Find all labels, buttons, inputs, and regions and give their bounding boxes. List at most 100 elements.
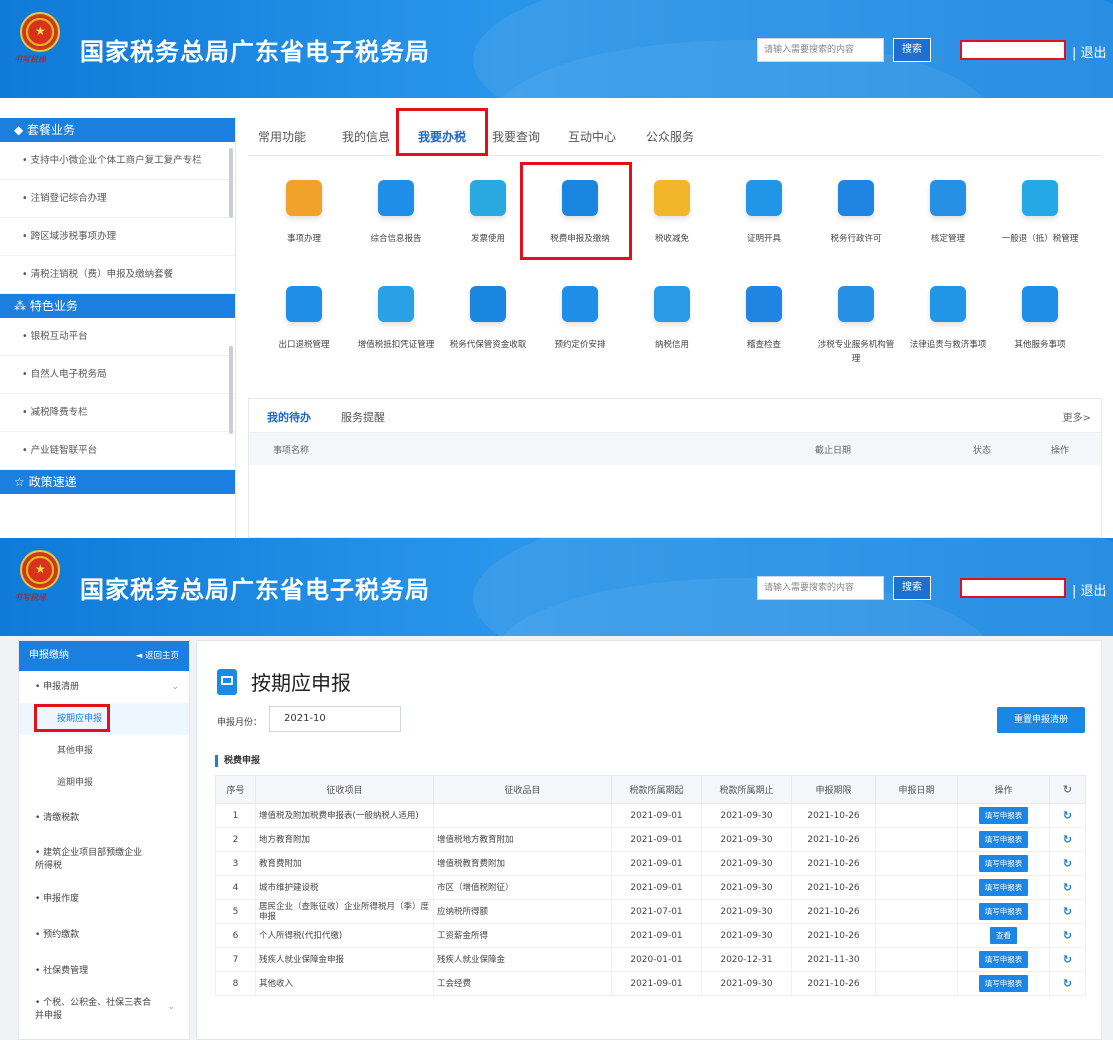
service-tile[interactable]: 出口退税管理 <box>262 270 346 366</box>
service-tile-label: 事项办理 <box>286 234 321 244</box>
column-header: 序号 <box>215 775 256 804</box>
sidebar-item[interactable]: • 清缴税款 <box>19 799 189 837</box>
highlight-box <box>396 108 488 156</box>
table-cell: 工会经费 <box>433 971 612 996</box>
sidebar-sub-other[interactable]: 其他申报 <box>19 735 189 767</box>
service-tile[interactable]: 税务行政许可 <box>814 164 898 260</box>
tab-query[interactable]: 我要查询 <box>492 128 540 145</box>
search-button[interactable]: 搜索 <box>893 576 931 600</box>
reset-list-button[interactable]: 重置申报清册 <box>997 707 1085 733</box>
tax-emblem-icon: ★ 书写税缘 <box>14 12 66 66</box>
fill-form-button[interactable]: 填写申报表 <box>978 807 1029 824</box>
table-cell: 2 <box>215 827 256 852</box>
site-title: 国家税务总局广东省电子税务局 <box>80 38 430 66</box>
service-tile[interactable]: 法律追责与救济事项 <box>906 270 990 366</box>
refresh-icon[interactable]: ↻ <box>1049 899 1086 924</box>
sidebar-item[interactable]: • 清税注销税（费）申报及缴纳套餐 <box>0 256 235 294</box>
column-header: 征收品目 <box>433 775 612 804</box>
logout-link[interactable]: | 退出 <box>1072 42 1107 61</box>
declaration-table: 序号 征收项目 征收品目 税款所属期起 税款所属期止 申报期限 申报日期 操作 ↻ 1 增值税及附… <box>215 775 1086 996</box>
coin-icon <box>654 180 690 216</box>
fill-form-button[interactable]: 填写申报表 <box>978 975 1029 992</box>
more-link[interactable]: 更多> <box>1063 409 1091 424</box>
service-tile[interactable]: 综合信息报告 <box>354 164 438 260</box>
search-button[interactable]: 搜索 <box>893 38 931 62</box>
sidebar-item[interactable]: • 跨区域涉税事项办理 <box>0 218 235 256</box>
tab-service-reminder[interactable]: 服务提醒 <box>341 409 385 425</box>
tab-interaction[interactable]: 互动中心 <box>568 128 616 145</box>
service-tile[interactable]: 证明开具 <box>722 164 806 260</box>
table-row: 3 教育费附加 增值税教育费附加 2021-09-01 2021-09-30 2021-1… <box>215 851 1086 876</box>
service-tile[interactable]: 预约定价安排 <box>538 270 622 366</box>
table-row: 6 个人所得税(代扣代缴) 工资薪金所得 2021-09-01 2021-09-30 20… <box>215 923 1086 948</box>
fill-form-button[interactable]: 填写申报表 <box>978 879 1029 896</box>
logout-link[interactable]: | 退出 <box>1072 580 1107 599</box>
sidebar-group-declaration-list[interactable]: • 申报清册 ⌄ <box>19 671 189 703</box>
scrollbar[interactable] <box>229 148 233 218</box>
back-home-link[interactable]: ◄ 返回主页 <box>136 641 179 671</box>
search-input[interactable]: 请输入需要搜索的内容 <box>757 576 884 600</box>
tab-my-info[interactable]: 我的信息 <box>342 128 390 145</box>
sidebar-item[interactable]: • 产业链智联平台 <box>0 432 235 470</box>
refresh-icon[interactable]: ↻ <box>1049 803 1086 828</box>
period-input[interactable]: 2021-10 <box>269 706 401 732</box>
fill-form-button[interactable]: 填写申报表 <box>978 855 1029 872</box>
fill-form-button[interactable]: 填写申报表 <box>978 903 1029 920</box>
table-cell: 居民企业（查账征收）企业所得税月（季）度申报 <box>255 899 434 924</box>
sidebar-sub-overdue[interactable]: 逾期申报 <box>19 767 189 799</box>
refresh-icon[interactable]: ↻ <box>1049 947 1086 972</box>
search-input[interactable]: 请输入需要搜索的内容 <box>757 38 884 62</box>
id-card-icon <box>838 180 874 216</box>
tab-public-service[interactable]: 公众服务 <box>646 128 694 145</box>
sidebar-item[interactable]: • 支持中小微企业个体工商户复工复产专栏 <box>0 142 235 180</box>
sidebar-item[interactable]: • 建筑企业项目部预缴企业所得税 <box>19 837 189 881</box>
service-tile-label: 综合信息报告 <box>370 234 422 244</box>
sidebar-section-featured[interactable]: ⁂ 特色业务 <box>0 294 235 318</box>
refresh-icon[interactable]: ↻ <box>1049 851 1086 876</box>
invoice-icon <box>470 180 506 216</box>
service-tile[interactable]: 税收减免 <box>630 164 714 260</box>
service-tile[interactable]: 事项办理 <box>262 164 346 260</box>
sidebar-item[interactable]: • 社保费管理 <box>19 953 189 989</box>
table-cell <box>875 947 958 972</box>
refresh-icon[interactable]: ↻ <box>1049 923 1086 948</box>
service-tile-label: 税务行政许可 <box>830 234 882 244</box>
service-tile[interactable]: 纳税信用 <box>630 270 714 366</box>
service-tile[interactable]: 增值税抵扣凭证管理 <box>354 270 438 366</box>
sidebar-section-policy[interactable]: ☆ 政策速递 <box>0 470 235 494</box>
service-tile[interactable]: 核定管理 <box>906 164 990 260</box>
service-tile[interactable]: 其他服务事项 <box>998 270 1082 366</box>
fill-form-button[interactable]: 填写申报表 <box>978 951 1029 968</box>
scrollbar[interactable] <box>229 346 233 434</box>
fill-form-button[interactable]: 填写申报表 <box>978 831 1029 848</box>
sidebar-section-package[interactable]: ◆ 套餐业务 <box>0 118 235 142</box>
refresh-icon[interactable]: ↻ <box>1049 827 1086 852</box>
service-tile[interactable]: 稽查检查 <box>722 270 806 366</box>
table-cell <box>875 971 958 996</box>
table-cell <box>875 899 958 924</box>
tab-common[interactable]: 常用功能 <box>258 128 306 145</box>
sidebar-item[interactable]: • 个税、公积金、社保三表合并申报 ⌄ <box>19 989 189 1033</box>
table-row: 4 城市维护建设税 市区（增值税附征） 2021-09-01 2021-09-30 202… <box>215 875 1086 900</box>
table-cell: 残疾人就业保障金申报 <box>255 947 434 972</box>
tab-my-todo[interactable]: 我的待办 <box>267 409 311 425</box>
gavel-icon <box>930 286 966 322</box>
sidebar-item[interactable]: • 注销登记综合办理 <box>0 180 235 218</box>
service-tile[interactable]: 发票使用 <box>446 164 530 260</box>
table-cell <box>875 875 958 900</box>
money-bag-icon <box>470 286 506 322</box>
refresh-icon[interactable]: ↻ <box>1049 875 1086 900</box>
todo-table-header: 事项名称 截止日期 状态 操作 <box>249 433 1101 465</box>
service-tile[interactable]: 税务代保管资金收取 <box>446 270 530 366</box>
sidebar-item[interactable]: • 减税降费专栏 <box>0 394 235 432</box>
sidebar-item[interactable]: • 自然人电子税务局 <box>0 356 235 394</box>
sidebar-item[interactable]: • 预约缴款 <box>19 917 189 953</box>
sidebar-item[interactable]: • 银税互动平台 <box>0 318 235 356</box>
column-header[interactable]: ↻ <box>1049 775 1086 804</box>
service-tile[interactable]: 一般退（抵）税管理 <box>998 164 1082 260</box>
view-button[interactable]: 查看 <box>990 927 1017 944</box>
service-tile[interactable]: 涉税专业服务机构管理 <box>814 270 898 366</box>
sidebar-item[interactable]: • 申报作废 <box>19 881 189 917</box>
table-cell: 增值税教育费附加 <box>433 851 612 876</box>
refresh-icon[interactable]: ↻ <box>1049 971 1086 996</box>
